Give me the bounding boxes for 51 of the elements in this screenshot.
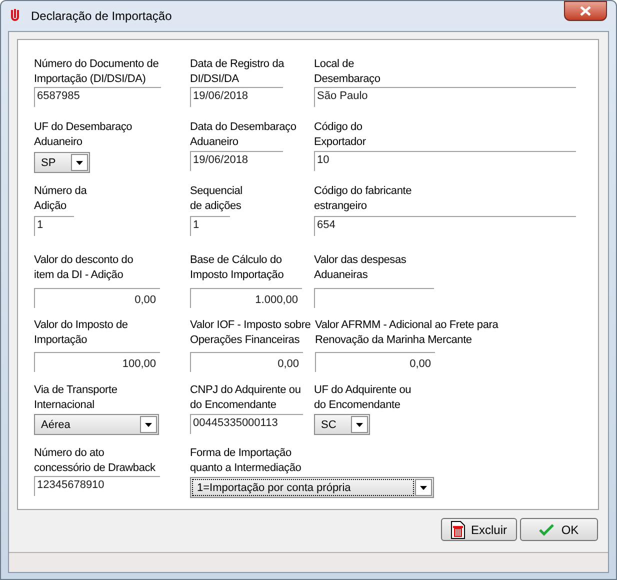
input-field[interactable]: 00445335000113 bbox=[190, 414, 303, 434]
field-label: Valor IOF - Imposto sobre Operações Financeiras bbox=[190, 318, 311, 348]
dropdown[interactable]: SP bbox=[34, 152, 90, 173]
window-title: Declaração de Importação bbox=[31, 8, 172, 25]
input-field[interactable]: 654 bbox=[314, 216, 576, 236]
field-label: CNPJ do Adquirente ou do Encomendante bbox=[190, 383, 301, 413]
dropdown-arrow-icon bbox=[145, 422, 152, 426]
field-label: Forma de Importação quanto a Intermediação bbox=[190, 446, 302, 476]
field-label: Número da Adição bbox=[34, 184, 87, 214]
field-label: UF do Desembaraço Aduaneiro bbox=[34, 120, 132, 150]
dropdown[interactable]: Aérea bbox=[34, 414, 159, 435]
field-label: Valor do desconto do item da DI - Adição bbox=[34, 253, 134, 283]
close-button[interactable] bbox=[564, 1, 607, 21]
input-field[interactable]: 100,00 bbox=[34, 352, 160, 372]
field-label: Base de Cálculo do Imposto Importação bbox=[190, 253, 284, 283]
input-field[interactable]: São Paulo bbox=[314, 87, 576, 107]
checkmark-icon bbox=[539, 524, 556, 536]
input-field[interactable]: 12345678910 bbox=[34, 476, 160, 496]
input-field[interactable]: 19/06/2018 bbox=[190, 151, 283, 171]
field-label: Código do fabricante estrangeiro bbox=[314, 184, 412, 214]
field-label: Código do Exportador bbox=[314, 120, 366, 150]
dropdown[interactable]: SC bbox=[314, 414, 370, 435]
input-field[interactable]: 0,00 bbox=[190, 352, 303, 372]
field-label: Data do Desembaraço Aduaneiro bbox=[190, 120, 296, 150]
input-field[interactable]: 10 bbox=[314, 151, 576, 171]
input-field[interactable] bbox=[314, 288, 434, 308]
input-field[interactable]: 0,00 bbox=[315, 352, 435, 372]
dropdown-arrow-icon bbox=[420, 486, 427, 490]
field-label: Via de Transporte Internacional bbox=[34, 383, 118, 413]
field-label: UF do Adquirente ou do Encomendante bbox=[314, 383, 412, 413]
field-label: Valor do Imposto de Importação bbox=[34, 318, 128, 348]
field-label: Número do ato concessório de Drawback bbox=[34, 446, 156, 476]
field-label: Local de Desembaraço bbox=[314, 57, 380, 87]
input-field[interactable]: 1 bbox=[34, 216, 74, 236]
input-field[interactable]: 19/06/2018 bbox=[190, 87, 283, 107]
field-label: Valor AFRMM - Adicional ao Frete para Renovação da Marinha Mercante bbox=[315, 318, 498, 348]
input-field[interactable]: 1 bbox=[190, 216, 230, 236]
field-label: Sequencial de adições bbox=[190, 184, 242, 214]
dropdown[interactable]: 1=Importação por conta própria bbox=[190, 477, 434, 498]
field-label: Valor das despesas Aduaneiras bbox=[314, 253, 406, 283]
delete-button[interactable]: Excluir bbox=[441, 518, 517, 541]
trash-icon bbox=[450, 520, 465, 538]
input-field[interactable]: 0,00 bbox=[34, 288, 160, 308]
input-field[interactable]: 1.000,00 bbox=[190, 288, 302, 308]
ok-button[interactable]: OK bbox=[520, 518, 598, 541]
dropdown-arrow-icon bbox=[76, 160, 83, 164]
field-label: Número do Documento de Importação (DI/DSI/DA) bbox=[34, 57, 159, 87]
field-label: Data de Registro da DI/DSI/DA bbox=[190, 57, 284, 87]
input-field[interactable]: 6587985 bbox=[34, 87, 161, 107]
close-icon bbox=[580, 6, 591, 16]
dropdown-arrow-icon bbox=[356, 422, 363, 426]
